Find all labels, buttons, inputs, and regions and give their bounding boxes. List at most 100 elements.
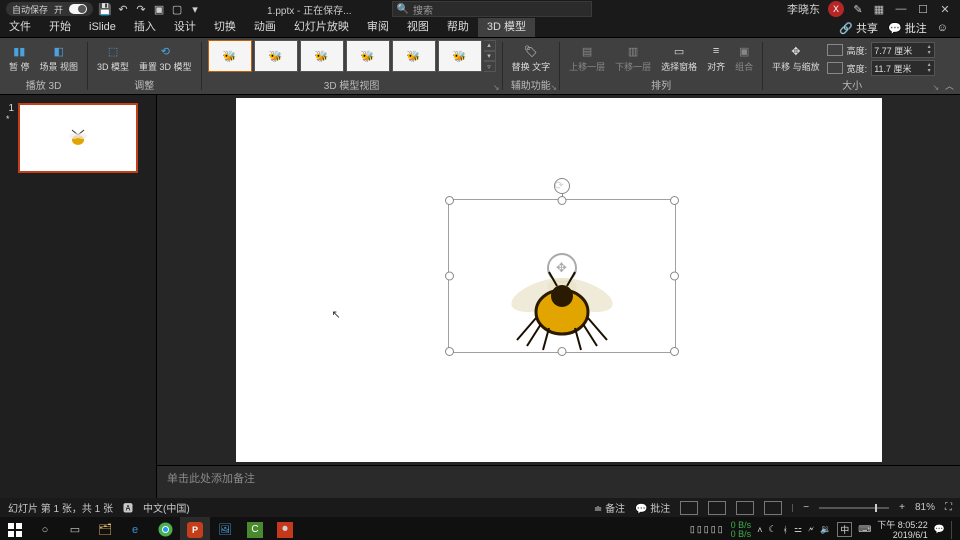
panzoom-button[interactable]: ✥平移 与缩放 bbox=[769, 40, 823, 74]
tab-insert[interactable]: 插入 bbox=[125, 18, 165, 37]
ray-icon[interactable]: ✎ bbox=[852, 3, 864, 15]
save-icon[interactable]: 💾 bbox=[99, 3, 111, 15]
pause-button[interactable]: ▮▮暂 停 bbox=[6, 40, 33, 74]
comments-button[interactable]: 💬 批注 bbox=[888, 20, 927, 36]
autosave-toggle[interactable]: 自动保存 开 bbox=[6, 2, 93, 16]
redo-icon[interactable]: ↷ bbox=[135, 3, 147, 15]
slideshow-view-icon[interactable] bbox=[764, 501, 782, 515]
gallery-scroll[interactable]: ▴▾▿ bbox=[484, 40, 496, 72]
handle-nw[interactable] bbox=[445, 196, 454, 205]
recorder-icon[interactable]: ⏺ bbox=[270, 517, 300, 540]
tab-islide[interactable]: iSlide bbox=[80, 18, 125, 37]
share-button[interactable]: 🔗 共享 bbox=[839, 20, 878, 36]
fit-window-icon[interactable]: ⛶ bbox=[945, 502, 952, 513]
tab-3d-model[interactable]: 3D 模型 bbox=[478, 18, 535, 37]
explorer-icon[interactable]: 🗂 bbox=[90, 517, 120, 540]
handle-e[interactable] bbox=[670, 272, 679, 281]
undo-icon[interactable]: ↶ bbox=[117, 3, 129, 15]
handle-w[interactable] bbox=[445, 272, 454, 281]
photos-icon[interactable]: 🖼 bbox=[210, 517, 240, 540]
height-input[interactable]: ▴▾ bbox=[871, 42, 935, 58]
slide-thumb-1[interactable]: 1 * bbox=[6, 103, 150, 173]
tab-home[interactable]: 开始 bbox=[40, 18, 80, 37]
close-icon[interactable]: ✕ bbox=[938, 2, 952, 16]
model-button[interactable]: ⬚3D 模型 bbox=[94, 40, 132, 74]
views-launcher-icon[interactable]: ↘ bbox=[493, 83, 500, 92]
bluetooth-icon[interactable]: ᚼ bbox=[783, 525, 788, 535]
scene-button[interactable]: ◧场景 视图 bbox=[37, 40, 82, 74]
camtasia-icon[interactable]: C bbox=[240, 517, 270, 540]
present-icon[interactable]: ▢ bbox=[171, 3, 183, 15]
maximize-icon[interactable]: ☐ bbox=[916, 2, 930, 16]
battery-icon[interactable]: 🗲 bbox=[808, 524, 814, 535]
view-thumb-2[interactable]: 🐝 bbox=[254, 40, 298, 72]
zoom-out-icon[interactable]: − bbox=[803, 502, 809, 513]
notes-toggle[interactable]: ≐ 备注 bbox=[594, 500, 625, 515]
edge-icon[interactable]: e bbox=[120, 517, 150, 540]
sorter-view-icon[interactable] bbox=[708, 501, 726, 515]
handle-n[interactable] bbox=[557, 196, 566, 205]
start-button[interactable] bbox=[0, 517, 30, 540]
avatar[interactable]: X bbox=[828, 1, 844, 17]
search-input[interactable]: 🔍 搜索 bbox=[392, 1, 592, 17]
tab-view[interactable]: 视图 bbox=[398, 18, 438, 37]
powerpoint-icon[interactable]: P bbox=[180, 517, 210, 540]
comments-toggle[interactable]: 💬 批注 bbox=[635, 500, 670, 515]
cortana-icon[interactable]: ○ bbox=[30, 517, 60, 540]
collapse-ribbon-icon[interactable]: ︿ bbox=[945, 79, 954, 92]
minimize-icon[interactable]: — bbox=[894, 2, 908, 16]
handle-s[interactable] bbox=[557, 347, 566, 356]
view-gallery[interactable]: 🐝 🐝 🐝 🐝 🐝 🐝 ▴▾▿ bbox=[208, 40, 496, 72]
zoom-in-icon[interactable]: + bbox=[899, 502, 905, 513]
zoom-slider[interactable] bbox=[819, 507, 889, 509]
ime-mode-icon[interactable]: ⌨ bbox=[858, 524, 871, 535]
view-thumb-4[interactable]: 🐝 bbox=[346, 40, 390, 72]
language-button[interactable]: 中文(中国) bbox=[143, 500, 190, 515]
view-thumb-5[interactable]: 🐝 bbox=[392, 40, 436, 72]
align-button[interactable]: ≡对齐 bbox=[704, 40, 728, 74]
action-center-icon[interactable]: 💬 bbox=[934, 524, 945, 535]
sound-icon[interactable]: 🔉 bbox=[820, 524, 831, 535]
alttext-button[interactable]: 🏷替换 文字 bbox=[509, 40, 554, 74]
wifi-icon[interactable]: ⚍ bbox=[794, 524, 802, 535]
smile-icon[interactable]: ☺ bbox=[937, 22, 948, 34]
accessibility-icon[interactable]: 🅰 bbox=[123, 500, 133, 515]
tray-chevron-icon[interactable]: ˄ bbox=[757, 525, 762, 535]
size-launcher-icon[interactable]: ↘ bbox=[932, 83, 939, 92]
handle-sw[interactable] bbox=[445, 347, 454, 356]
view-thumb-1[interactable]: 🐝 bbox=[208, 40, 252, 72]
view-thumb-3[interactable]: 🐝 bbox=[300, 40, 344, 72]
clock[interactable]: 下午 8:05:22 2019/6/1 bbox=[877, 520, 928, 540]
handle-se[interactable] bbox=[670, 347, 679, 356]
notes-pane[interactable]: 单击此处添加备注 bbox=[157, 465, 960, 498]
slide-panel[interactable]: 1 * bbox=[0, 95, 157, 498]
slide[interactable]: ↖ ⟳ ✥ bbox=[236, 98, 882, 462]
canvas[interactable]: ↖ ⟳ ✥ bbox=[157, 95, 960, 465]
tab-animations[interactable]: 动画 bbox=[245, 18, 285, 37]
tab-slideshow[interactable]: 幻灯片放映 bbox=[285, 18, 358, 37]
handle-ne[interactable] bbox=[670, 196, 679, 205]
selection-box[interactable]: ⟳ ✥ bbox=[448, 199, 676, 353]
view-thumb-6[interactable]: 🐝 bbox=[438, 40, 482, 72]
3d-pivot-handle[interactable]: ✥ bbox=[547, 253, 577, 283]
taskview-icon[interactable]: ▭ bbox=[60, 517, 90, 540]
reading-view-icon[interactable] bbox=[736, 501, 754, 515]
selection-pane-button[interactable]: ▭选择窗格 bbox=[658, 40, 700, 74]
rotate-handle[interactable]: ⟳ bbox=[554, 178, 570, 194]
chrome-icon[interactable] bbox=[150, 517, 180, 540]
zoom-value[interactable]: 81% bbox=[915, 502, 935, 513]
start-icon[interactable]: ▣ bbox=[153, 3, 165, 15]
width-input[interactable]: ▴▾ bbox=[871, 60, 935, 76]
moon-icon[interactable]: ☾ bbox=[768, 524, 776, 535]
tab-file[interactable]: 文件 bbox=[0, 18, 40, 37]
ribbon-display-icon[interactable]: ▦ bbox=[872, 2, 886, 16]
normal-view-icon[interactable] bbox=[680, 501, 698, 515]
reset-button[interactable]: ⟲重置 3D 模型 bbox=[136, 40, 195, 74]
tab-review[interactable]: 审阅 bbox=[358, 18, 398, 37]
qat-more-icon[interactable]: ▾ bbox=[189, 3, 201, 15]
tab-help[interactable]: 帮助 bbox=[438, 18, 478, 37]
assist-launcher-icon[interactable]: ↘ bbox=[550, 83, 557, 92]
tab-design[interactable]: 设计 bbox=[165, 18, 205, 37]
tab-transitions[interactable]: 切换 bbox=[205, 18, 245, 37]
show-desktop[interactable] bbox=[951, 521, 956, 539]
